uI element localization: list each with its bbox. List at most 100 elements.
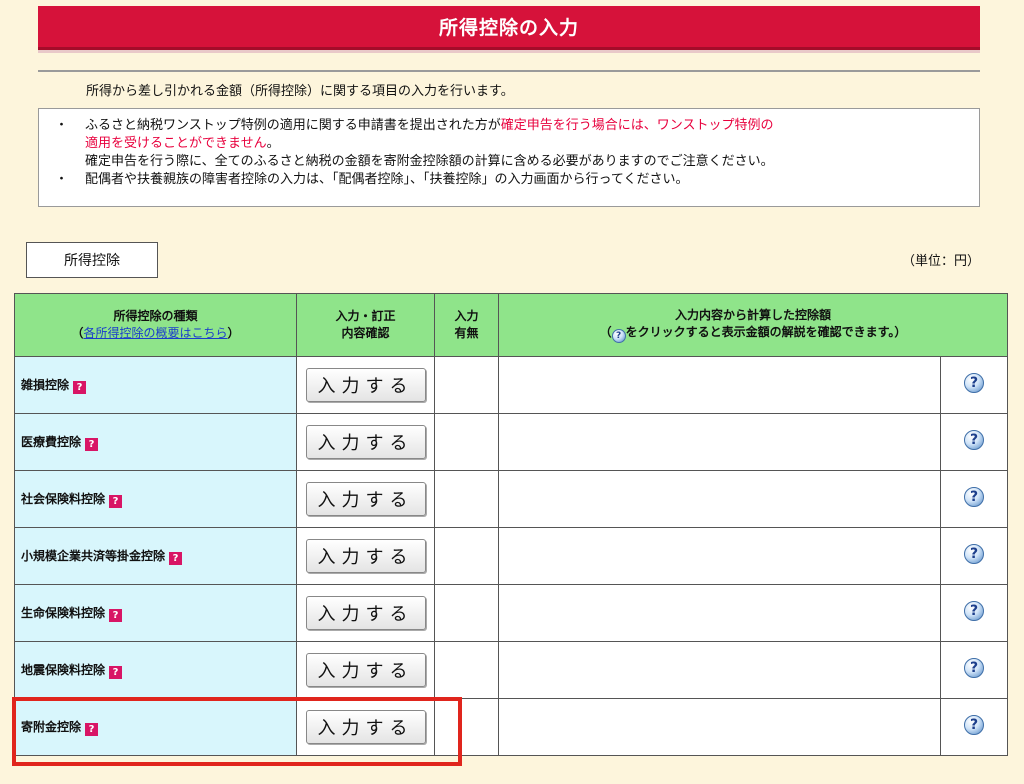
amount-cell [498,470,941,528]
question-mark: ? [969,489,979,505]
explanation-question-icon[interactable]: ? [962,714,986,736]
intro-text: 所得から差し引かれる金額（所得控除）に関する項目の入力を行います。 [86,84,514,99]
explanation-question-icon[interactable]: ? [962,600,986,622]
notice-item-1-cont: 適用を受けることができません。 [55,135,967,153]
input-button-cell: 入力する [296,641,435,699]
amount-cell [498,527,941,585]
table-row: 生命保険料控除? 入力する? [14,584,1009,642]
has-input-cell [434,413,499,471]
help-icon[interactable]: ? [85,438,99,451]
question-mark: ? [969,375,979,391]
notice-text: ふるさと納税ワンストップ特例の適用に関する申請書を提出された方が [85,118,501,133]
table-row: 社会保険料控除? 入力する? [14,470,1009,528]
help-icon[interactable]: ? [85,723,99,736]
notice-item-1: ・ ふるさと納税ワンストップ特例の適用に関する申請書を提出された方が確定申告を行… [55,117,967,135]
input-button[interactable]: 入力する [305,482,426,516]
input-button-cell: 入力する [296,698,435,756]
help-question-icon: ? [611,329,626,343]
has-input-cell [434,698,499,756]
has-input-cell [434,527,499,585]
amount-cell [498,641,941,699]
question-mark: ? [969,717,979,733]
explanation-cell: ? [939,698,1009,756]
divider [38,70,980,72]
amount-cell [498,584,941,642]
table-row: 地震保険料控除? 入力する? [14,641,1009,699]
deduction-name-cell: 小規模企業共済等掛金控除? [14,527,297,585]
input-button[interactable]: 入力する [305,653,426,687]
explanation-question-icon[interactable]: ? [962,429,986,451]
deduction-name: 小規模企業共済等掛金控除 [21,549,166,563]
help-icon[interactable]: ? [109,609,123,622]
deduction-name: 地震保険料控除 [21,663,106,677]
help-icon[interactable]: ? [169,552,183,565]
section-label: 所得控除 [26,242,158,278]
unit-label: （単位：円） [901,254,980,269]
table-row: 医療費控除? 入力する? [14,413,1009,471]
deduction-name-cell: 寄附金控除? [14,698,297,756]
deduction-name-cell: 社会保険料控除? [14,470,297,528]
amount-cell [498,413,941,471]
header-deduction-type: 所得控除の種類 （各所得控除の概要はこちら） [14,293,297,357]
notice-box: ・ ふるさと納税ワンストップ特例の適用に関する申請書を提出された方が確定申告を行… [38,108,980,207]
amount-cell [498,356,941,414]
bullet: ・ [55,172,69,187]
deduction-table: 所得控除の種類 （各所得控除の概要はこちら） 入力・訂正 内容確認 入力 有無 … [14,293,1009,756]
help-icon[interactable]: ? [109,495,123,508]
question-mark: ? [969,432,979,448]
input-button[interactable]: 入力する [305,425,426,459]
has-input-cell [434,470,499,528]
deduction-name-cell: 地震保険料控除? [14,641,297,699]
notice-warning-cont: 適用を受けることができません [85,136,267,151]
explanation-cell: ? [939,470,1009,528]
notice-text: 配偶者や扶養親族の障害者控除の入力は、「配偶者控除」、「扶養控除」の入力画面から… [85,172,689,187]
table-row: 雑損控除? 入力する? [14,356,1009,414]
notice-period: 。 [266,136,280,151]
input-button[interactable]: 入力する [305,596,426,630]
input-button-cell: 入力する [296,356,435,414]
deduction-name: 社会保険料控除 [21,492,106,506]
deduction-name-cell: 医療費控除? [14,413,297,471]
question-mark: ? [969,546,979,562]
deduction-name-cell: 雑損控除? [14,356,297,414]
explanation-question-icon[interactable]: ? [962,657,986,679]
input-button-cell: 入力する [296,527,435,585]
deduction-name: 医療費控除 [21,435,82,449]
deduction-name: 雑損控除 [21,378,70,392]
explanation-cell: ? [939,527,1009,585]
help-icon[interactable]: ? [109,666,123,679]
explanation-question-icon[interactable]: ? [962,372,986,394]
question-mark: ? [969,660,979,676]
help-icon[interactable]: ? [73,381,87,394]
input-button[interactable]: 入力する [305,710,426,744]
has-input-cell [434,584,499,642]
bullet: ・ [55,118,69,133]
explanation-cell: ? [939,584,1009,642]
explanation-cell: ? [939,641,1009,699]
has-input-cell [434,641,499,699]
header-has-input: 入力 有無 [434,293,499,357]
page-title: 所得控除の入力 [38,6,980,50]
explanation-cell: ? [939,356,1009,414]
amount-cell [498,698,941,756]
input-button[interactable]: 入力する [305,368,426,402]
header-calculated-amount: 入力内容から計算した控除額 （? をクリックすると表示金額の解説を確認できます。） [497,293,1009,357]
explanation-cell: ? [939,413,1009,471]
table-header-row: 所得控除の種類 （各所得控除の概要はこちら） 入力・訂正 内容確認 入力 有無 … [14,293,1009,357]
deduction-name: 生命保険料控除 [21,606,106,620]
input-button-cell: 入力する [296,470,435,528]
deduction-name: 寄附金控除 [21,720,82,734]
overview-link[interactable]: 各所得控除の概要はこちら [83,326,227,340]
input-button[interactable]: 入力する [305,539,426,573]
notice-item-2: ・ 配偶者や扶養親族の障害者控除の入力は、「配偶者控除」、「扶養控除」の入力画面… [55,171,967,189]
input-button-cell: 入力する [296,584,435,642]
table-row: 寄附金控除? 入力する? [14,698,1009,756]
deduction-name-cell: 生命保険料控除? [14,584,297,642]
explanation-question-icon[interactable]: ? [962,486,986,508]
notice-warning: 確定申告を行う場合には、ワンストップ特例の [500,118,774,133]
table-row: 小規模企業共済等掛金控除? 入力する? [14,527,1009,585]
explanation-question-icon[interactable]: ? [962,543,986,565]
notice-item-1-note: 確定申告を行う際に、全てのふるさと納税の金額を寄附金控除額の計算に含める必要があ… [85,154,774,169]
question-mark: ? [969,603,979,619]
has-input-cell [434,356,499,414]
